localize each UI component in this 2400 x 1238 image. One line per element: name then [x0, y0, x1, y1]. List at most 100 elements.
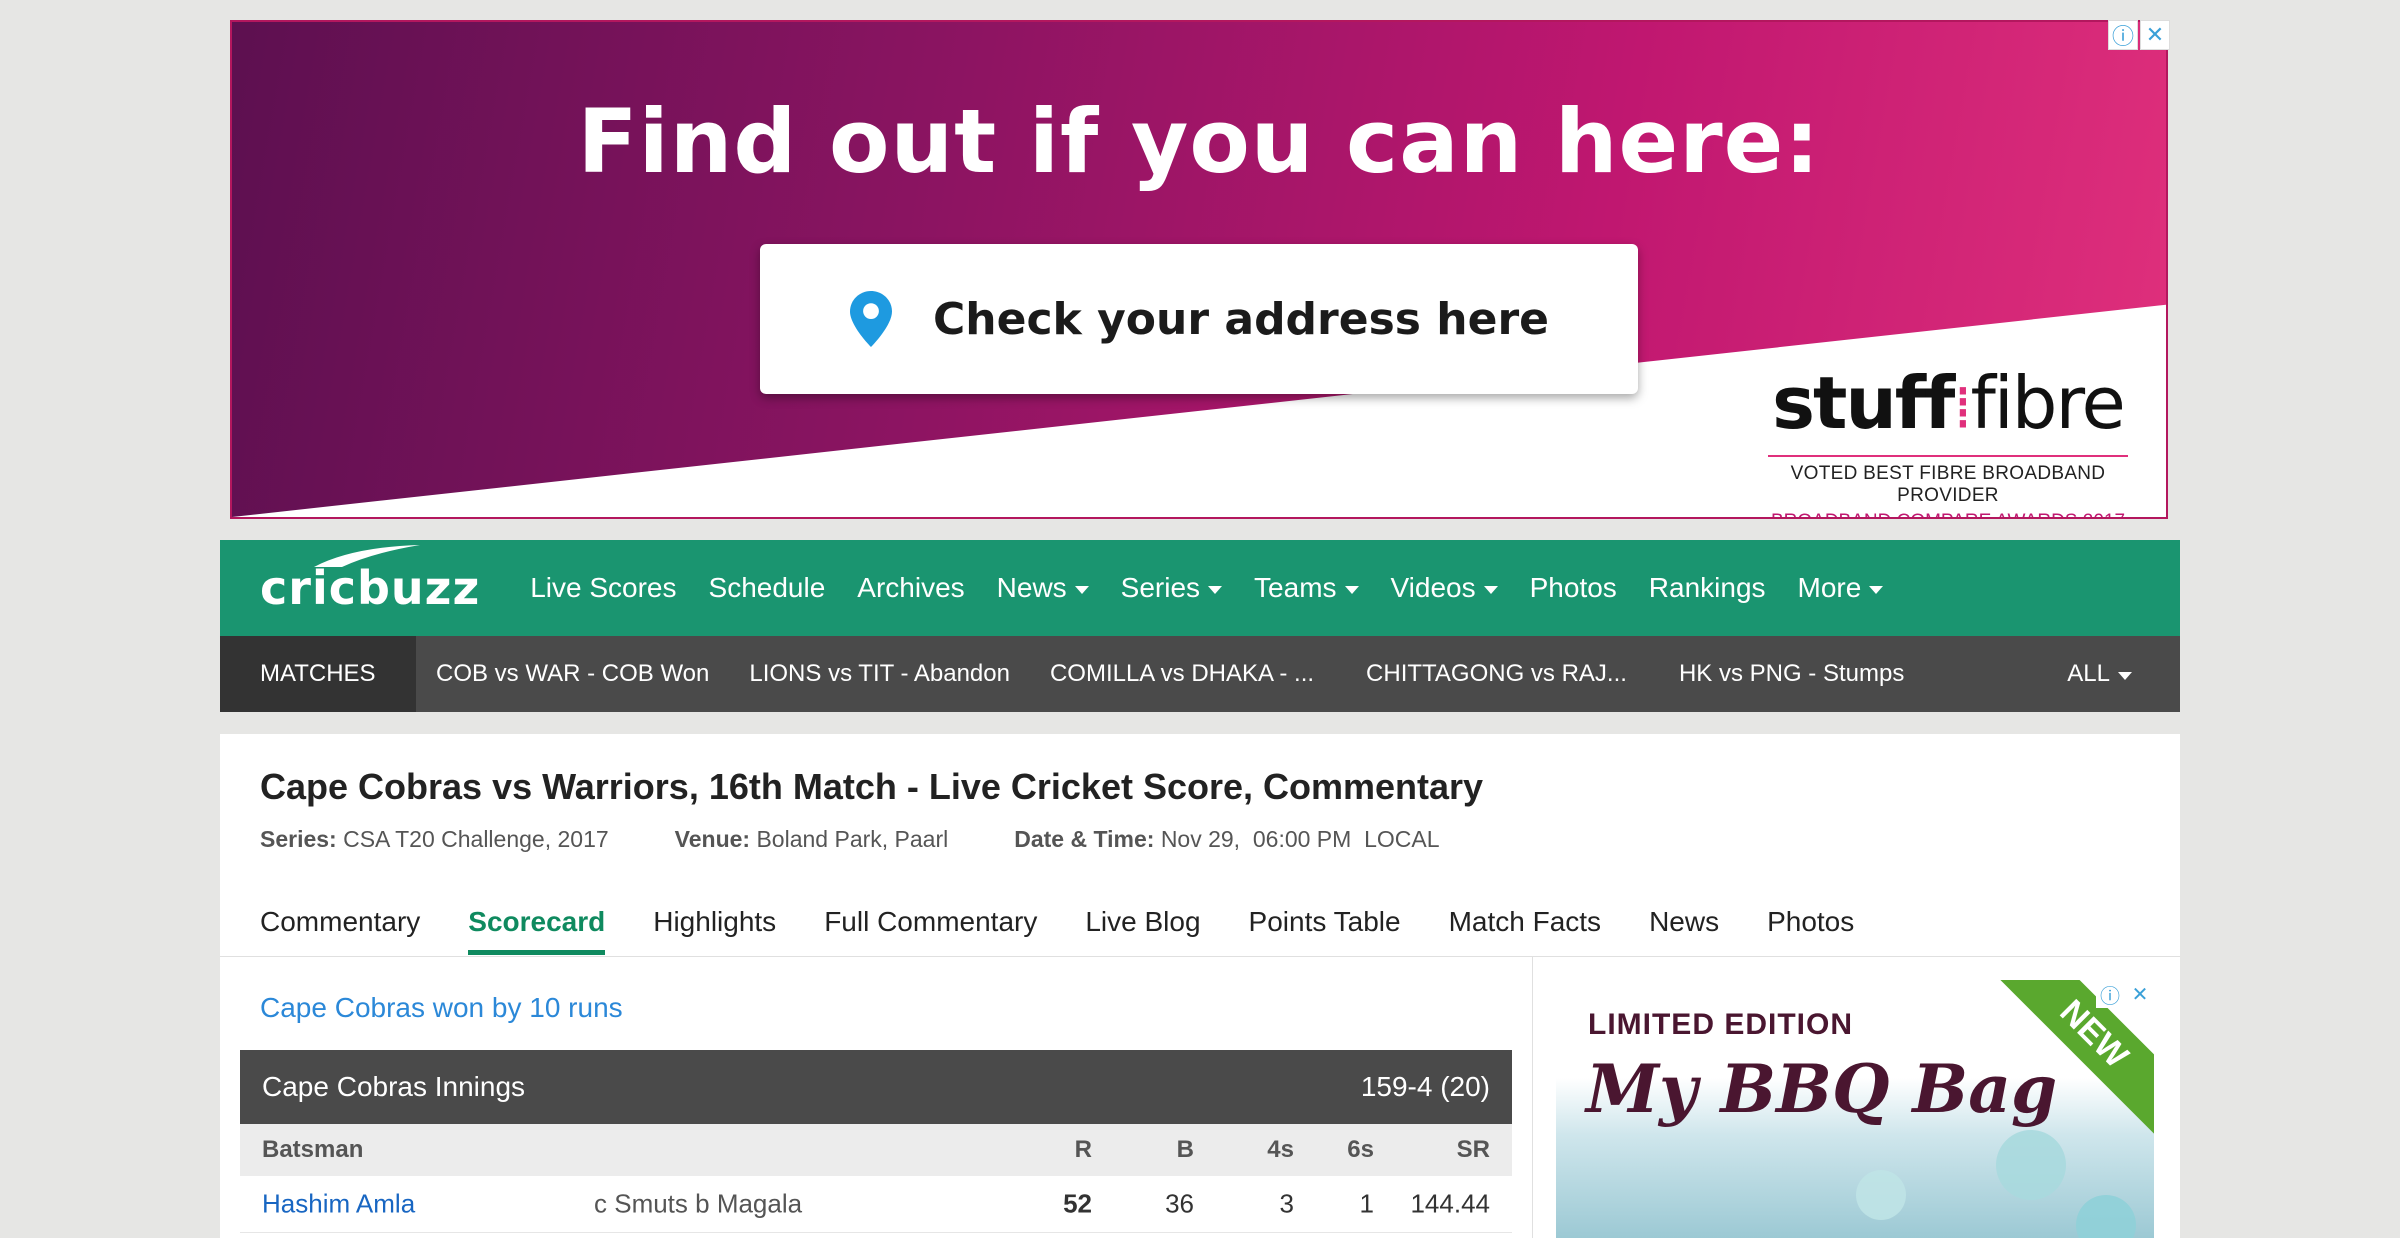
- match-link[interactable]: COB vs WAR - COB Won: [436, 660, 709, 688]
- tab-photos[interactable]: Photos: [1767, 906, 1854, 955]
- all-label: ALL: [2067, 660, 2110, 687]
- top-ad-controls: ⓘ ✕: [2108, 20, 2170, 50]
- series-info: Series: CSA T20 Challenge, 2017: [260, 826, 609, 853]
- match-link[interactable]: HK vs PNG - Stumps: [1679, 660, 1904, 688]
- tab-live-blog[interactable]: Live Blog: [1085, 906, 1200, 955]
- series-label: Series:: [260, 826, 337, 852]
- datetime-info: Date & Time: Nov 29, 06:00 PM LOCAL: [1014, 826, 1439, 853]
- tab-commentary[interactable]: Commentary: [260, 906, 420, 955]
- nav-videos[interactable]: Videos: [1391, 572, 1498, 604]
- nav-label: Series: [1120, 572, 1201, 603]
- ad-info-icon[interactable]: ⓘ: [2096, 980, 2124, 1008]
- top-ad-banner[interactable]: Find out if you can here: Check your add…: [230, 20, 2168, 519]
- ad-info-icon[interactable]: ⓘ: [2108, 20, 2138, 50]
- dismissal: c Smuts b Magala: [594, 1188, 803, 1219]
- tab-points-table[interactable]: Points Table: [1249, 906, 1401, 955]
- runs: 52: [1063, 1188, 1092, 1219]
- match-link[interactable]: LIONS vs TIT - Abandon: [749, 660, 1010, 688]
- tabs-divider: [220, 956, 2180, 957]
- ad-headline: Find out if you can here:: [577, 90, 1821, 193]
- tab-match-facts[interactable]: Match Facts: [1449, 906, 1601, 955]
- stuff-fibre-logo: stuff⁞fibre VOTED BEST FIBRE BROADBAND P…: [1768, 367, 2128, 517]
- brand-name-stuff: stuff: [1772, 361, 1955, 445]
- nav-more[interactable]: More: [1798, 572, 1884, 604]
- ad-close-icon[interactable]: ✕: [2126, 980, 2154, 1008]
- nav-series[interactable]: Series: [1120, 572, 1223, 604]
- nav-news[interactable]: News: [997, 572, 1089, 604]
- nav-label: More: [1797, 572, 1862, 603]
- caret-down-icon: [2118, 672, 2132, 680]
- side-ad-controls: ⓘ ✕: [2096, 980, 2154, 1008]
- col-fours: 4s: [1267, 1136, 1294, 1163]
- nav-live-scores[interactable]: Live Scores: [530, 572, 676, 604]
- match-meta: Series: CSA T20 Challenge, 2017 Venue: B…: [260, 826, 1440, 853]
- datetime-label: Date & Time:: [1014, 826, 1155, 852]
- ad-close-icon[interactable]: ✕: [2140, 20, 2170, 50]
- nav-archives[interactable]: Archives: [857, 572, 964, 604]
- match-tabs: Commentary Scorecard Highlights Full Com…: [260, 906, 1902, 955]
- venue-label: Venue:: [674, 826, 751, 852]
- caret-down-icon: [1074, 586, 1089, 594]
- caret-down-icon: [1208, 586, 1223, 594]
- location-pin-icon: [850, 291, 892, 347]
- brand-dots-icon: ⁞: [1953, 373, 1972, 443]
- award-line-2: BROADBAND COMPARE AWARDS 2017: [1768, 511, 2128, 517]
- caret-down-icon: [1483, 586, 1498, 594]
- check-address-button[interactable]: Check your address here: [760, 244, 1638, 394]
- table-row: Hashim Amla c Smuts b Magala 52 36 3 1 1…: [240, 1176, 1512, 1233]
- main-navbar: cricbuzz Live Scores Schedule Archives N…: [220, 540, 2180, 636]
- matches-label[interactable]: MATCHES: [220, 636, 416, 712]
- nav-schedule[interactable]: Schedule: [709, 572, 826, 604]
- col-balls: B: [1176, 1136, 1194, 1163]
- side-ad[interactable]: LIMITED EDITION My BBQ Bag NEW ⓘ ✕: [1556, 980, 2154, 1238]
- fours: 3: [1279, 1188, 1294, 1219]
- award-line-1: VOTED BEST FIBRE BROADBAND PROVIDER: [1768, 455, 2128, 507]
- batting-table-header: Batsman R B 4s 6s SR: [240, 1124, 1512, 1176]
- innings-header[interactable]: Cape Cobras Innings 159-4 (20): [240, 1050, 1512, 1124]
- tab-scorecard[interactable]: Scorecard: [468, 906, 606, 955]
- all-matches-dropdown[interactable]: ALL: [2067, 660, 2132, 688]
- col-batsman: Batsman: [262, 1136, 364, 1163]
- match-content: Cape Cobras vs Warriors, 16th Match - Li…: [220, 734, 2180, 1238]
- lantern-decoration: [1996, 1130, 2066, 1200]
- caret-down-icon: [1344, 586, 1359, 594]
- balls: 36: [1165, 1188, 1194, 1219]
- match-link[interactable]: CHITTAGONG vs RAJ...: [1366, 660, 1627, 688]
- series-value[interactable]: CSA T20 Challenge, 2017: [343, 826, 609, 852]
- page-title: Cape Cobras vs Warriors, 16th Match - Li…: [260, 766, 1484, 807]
- venue-value[interactable]: Boland Park, Paarl: [756, 826, 948, 852]
- sixes: 1: [1359, 1188, 1374, 1219]
- nav-teams[interactable]: Teams: [1254, 572, 1359, 604]
- col-sixes: 6s: [1347, 1136, 1374, 1163]
- cricbuzz-logo[interactable]: cricbuzz: [260, 545, 481, 615]
- col-strike-rate: SR: [1456, 1136, 1490, 1163]
- check-address-label: Check your address here: [933, 293, 1549, 345]
- lantern-decoration: [2076, 1195, 2136, 1238]
- logo-text: cricbuzz: [260, 561, 481, 615]
- nav-photos[interactable]: Photos: [1530, 572, 1617, 604]
- nav-label: Archives: [857, 572, 965, 603]
- match-link[interactable]: COMILLA vs DHAKA - ...: [1050, 660, 1314, 688]
- nav-label: Videos: [1390, 572, 1476, 603]
- column-divider: [1532, 956, 1533, 1238]
- nav-label: News: [996, 572, 1067, 603]
- innings-name: Cape Cobras Innings: [262, 1071, 526, 1102]
- strike-rate: 144.44: [1410, 1188, 1490, 1219]
- matches-strip: MATCHES COB vs WAR - COB Won LIONS vs TI…: [220, 636, 2180, 712]
- side-ad-line1: LIMITED EDITION: [1588, 1008, 1853, 1041]
- nav-rankings[interactable]: Rankings: [1649, 572, 1766, 604]
- innings-score: 159-4 (20): [1360, 1071, 1490, 1102]
- tab-news[interactable]: News: [1649, 906, 1719, 955]
- nav-label: Rankings: [1648, 572, 1766, 603]
- batsman-link[interactable]: Hashim Amla: [262, 1189, 415, 1220]
- col-runs: R: [1074, 1136, 1092, 1163]
- brand-name-fibre: fibre: [1970, 361, 2125, 445]
- caret-down-icon: [1869, 586, 1884, 594]
- tab-highlights[interactable]: Highlights: [653, 906, 776, 955]
- lantern-decoration: [1856, 1170, 1906, 1220]
- tab-full-commentary[interactable]: Full Commentary: [824, 906, 1037, 955]
- match-result: Cape Cobras won by 10 runs: [260, 992, 623, 1023]
- nav-label: Schedule: [708, 572, 826, 603]
- side-ad-line2: My BBQ Bag: [1586, 1050, 2058, 1128]
- datetime-value: Nov 29, 06:00 PM LOCAL: [1160, 826, 1440, 852]
